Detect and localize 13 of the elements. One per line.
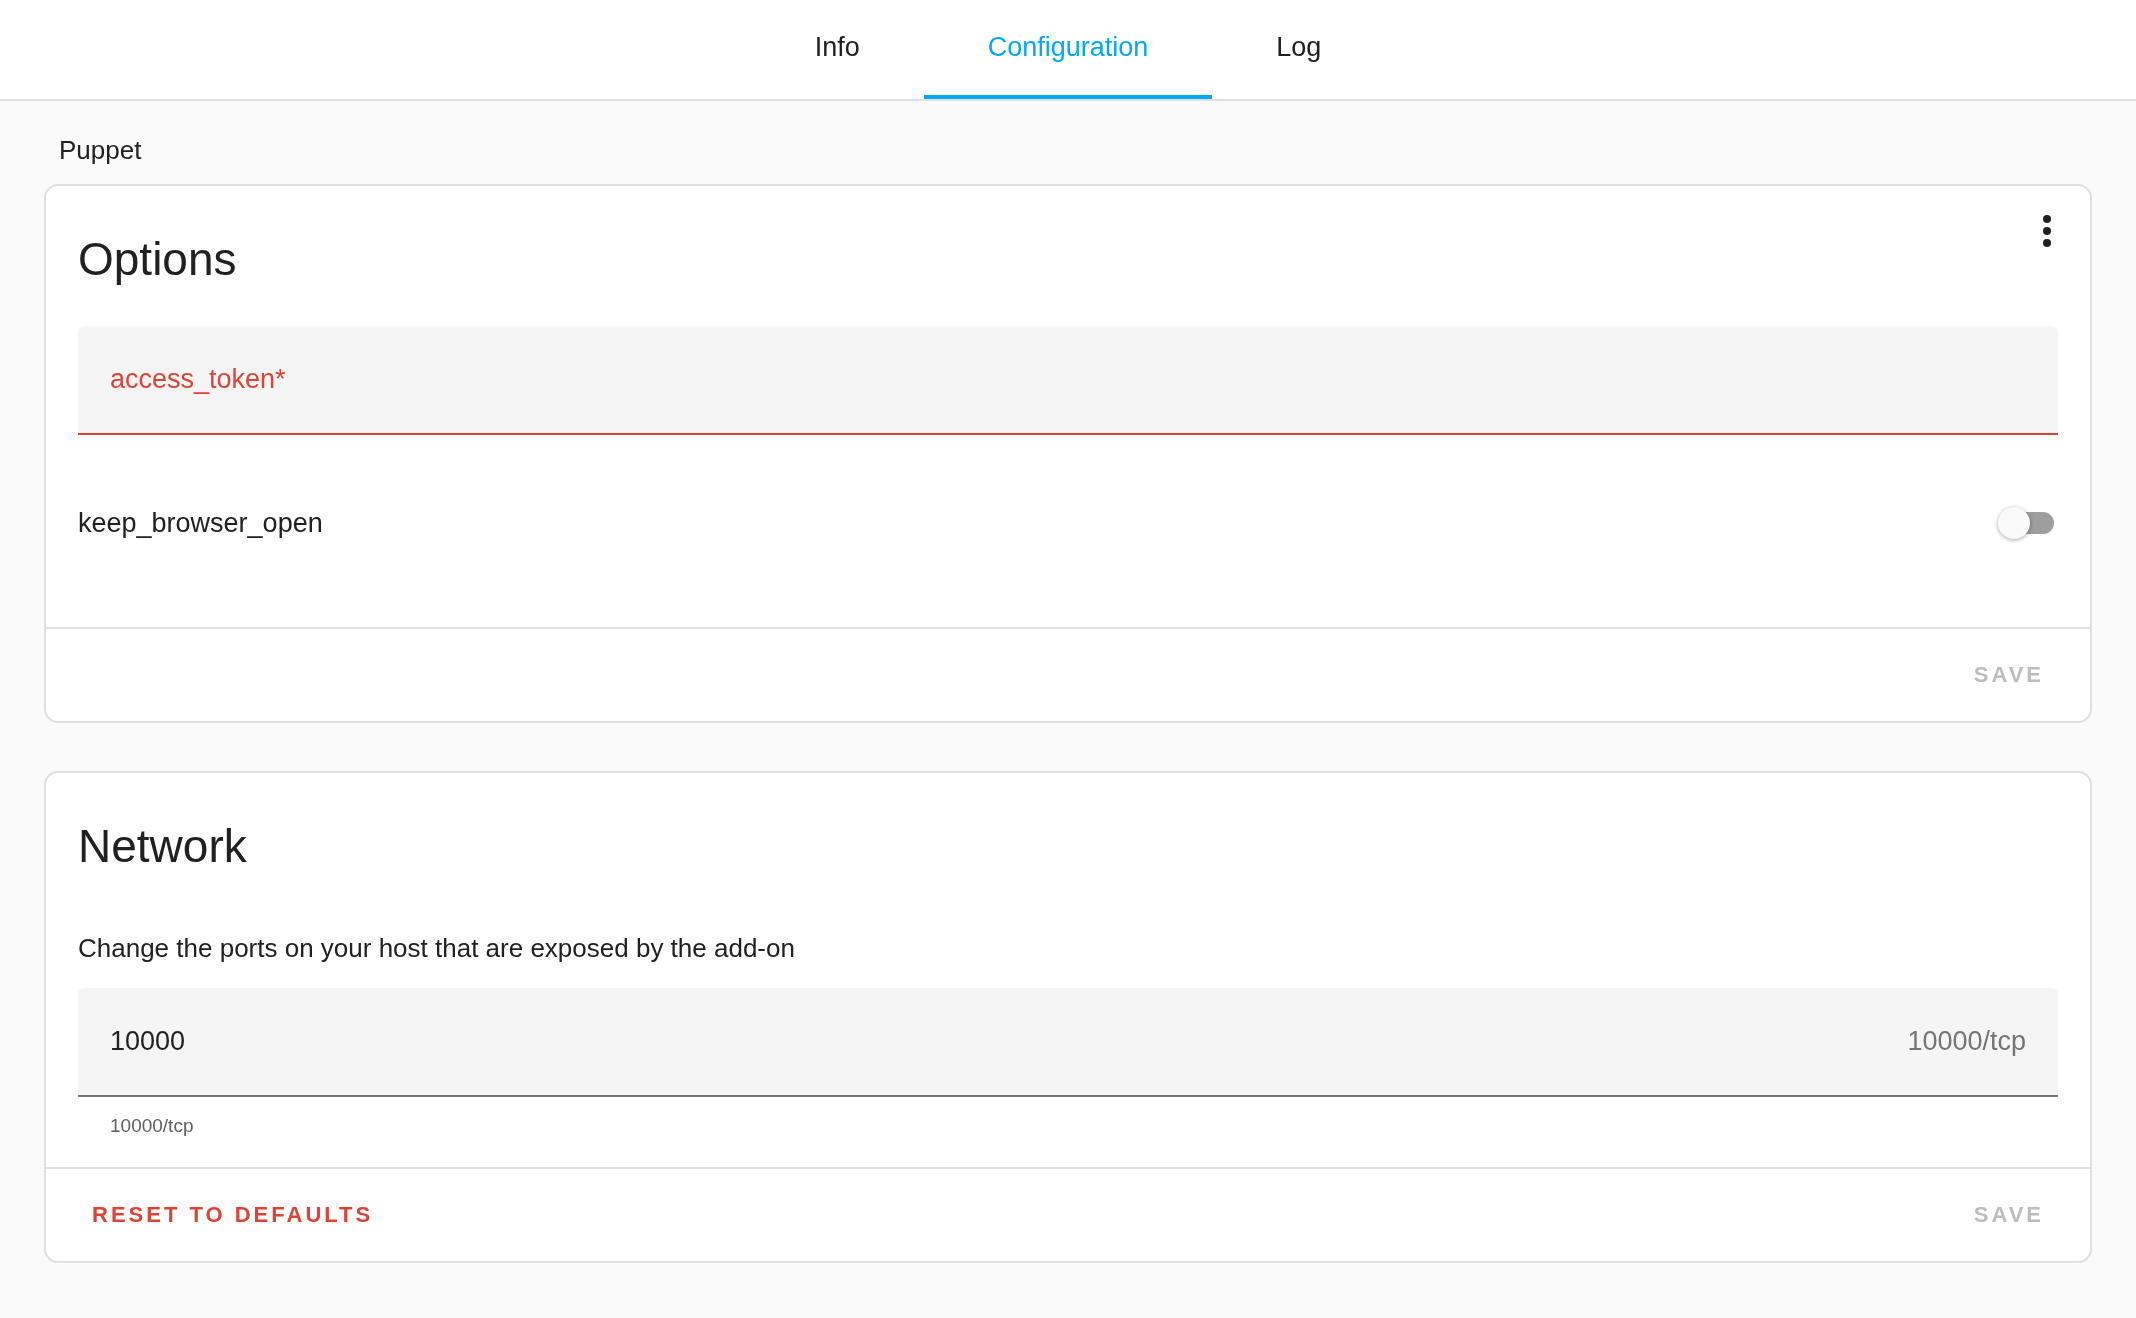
more-menu-icon[interactable] [2042,214,2052,248]
reset-button[interactable]: RESET TO DEFAULTS [76,1192,390,1238]
card-title: Options [78,232,237,286]
option-label: keep_browser_open [78,507,323,539]
card-title: Network [78,819,247,873]
input-field[interactable]: access_token* [78,326,2058,435]
tab[interactable]: Configuration [923,0,1213,99]
addon-name: Puppet [59,135,143,166]
tab[interactable]: Info [750,0,924,99]
port-field[interactable]: 10000 10000/tcp [78,988,2058,1097]
description-text: Change the ports on your host that are exposed by the add-on [78,933,796,964]
tab[interactable]: Log [1212,0,1386,99]
helper-text: 10000/tcp [109,1114,195,1138]
